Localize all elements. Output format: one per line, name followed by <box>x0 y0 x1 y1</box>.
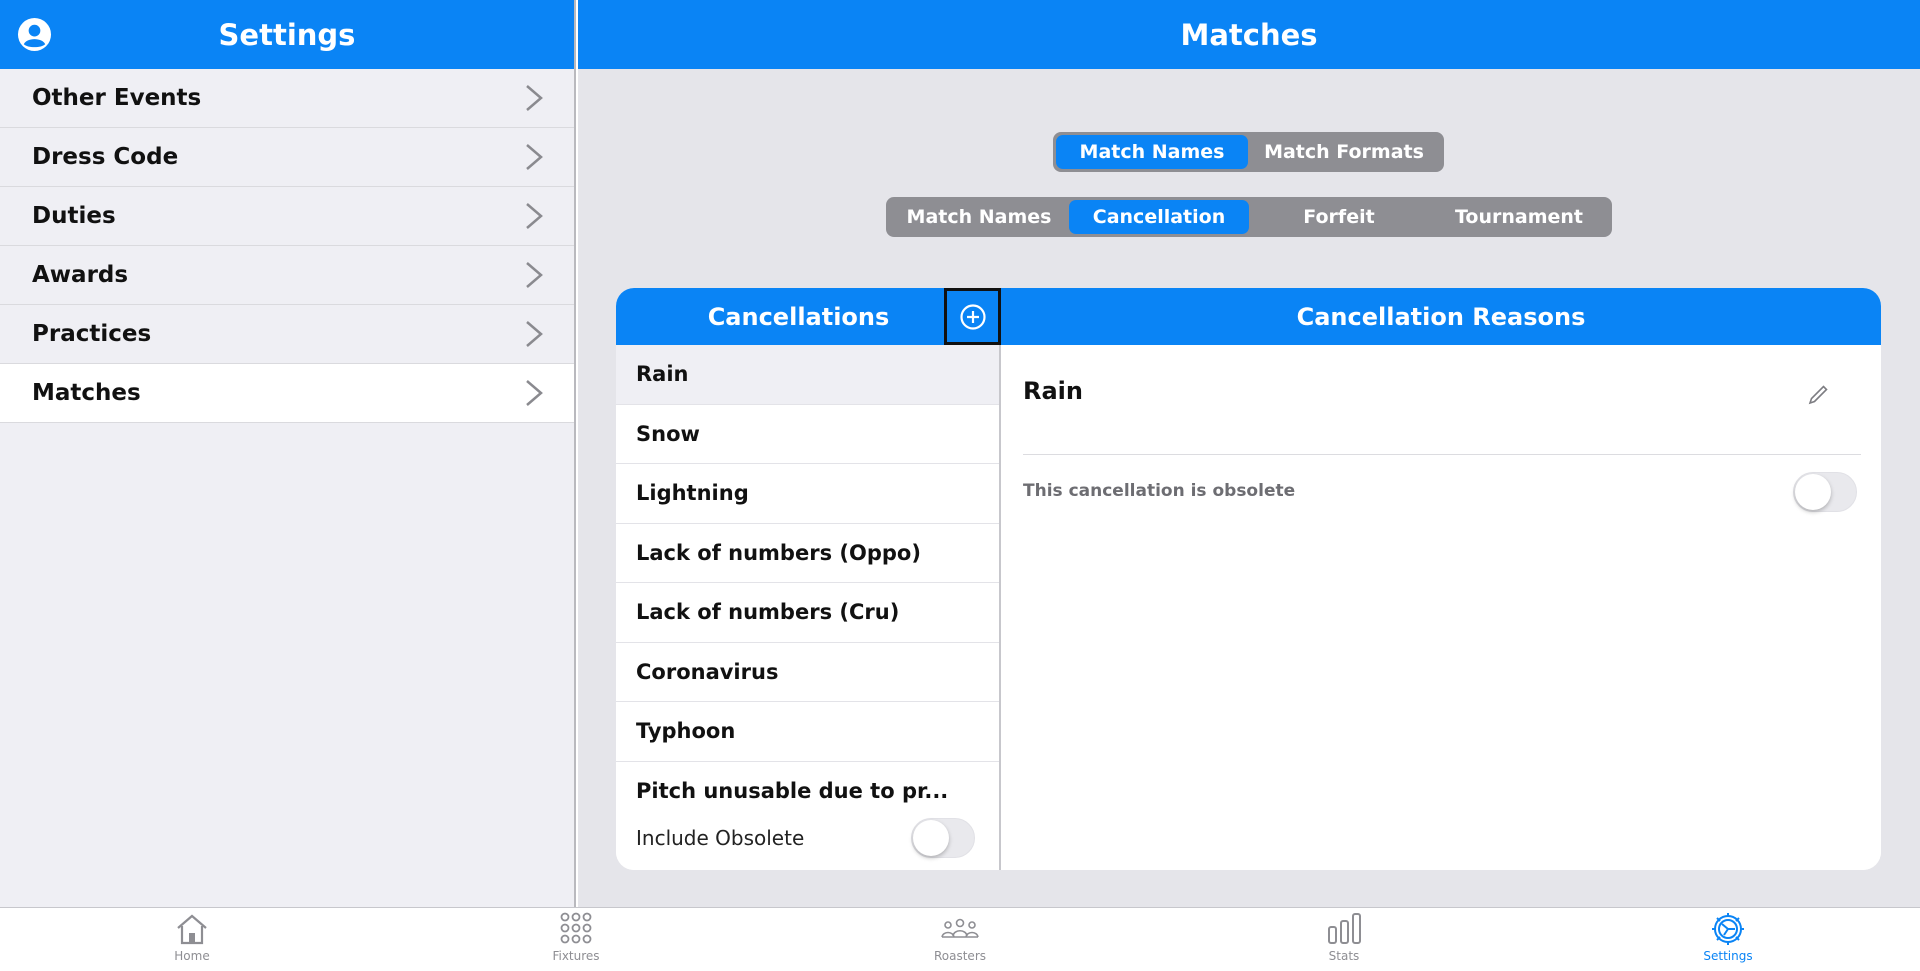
list-item[interactable]: Lack of numbers (Oppo) <box>616 524 999 583</box>
tab-settings[interactable]: Settings <box>1668 908 1788 971</box>
bar-chart-icon <box>1328 913 1361 944</box>
list-item[interactable]: Lack of numbers (Cru) <box>616 583 999 643</box>
card-header: Cancellations Cancellation Reasons <box>616 288 1881 345</box>
include-obsolete-label: Include Obsolete <box>636 826 805 850</box>
cancellation-reasons-header: Cancellation Reasons <box>1296 302 1586 331</box>
tab-roasters[interactable]: Roasters <box>900 908 1020 971</box>
people-icon <box>941 918 979 938</box>
divider <box>1023 454 1861 455</box>
cancellation-detail: Rain This cancellation is obsolete <box>1003 345 1881 870</box>
matches-panel: Matches Match Names Match Formats Match … <box>578 0 1920 907</box>
segment-tournament[interactable]: Tournament <box>1429 200 1609 234</box>
list-item[interactable]: Rain <box>616 345 999 405</box>
cancellations-card: Cancellations Cancellation Reasons Rain … <box>616 288 1881 870</box>
add-cancellation-button[interactable] <box>944 288 1001 345</box>
chevron-right-icon <box>526 262 543 288</box>
sidebar-item-label: Practices <box>32 321 152 347</box>
home-icon <box>177 914 207 945</box>
include-obsolete-row: Include Obsolete <box>636 818 975 858</box>
sidebar-item-dress-code[interactable]: Dress Code <box>0 128 574 187</box>
profile-icon[interactable] <box>17 17 52 52</box>
sidebar-item-matches[interactable]: Matches <box>0 364 574 423</box>
tab-fixtures[interactable]: Fixtures <box>516 908 636 971</box>
plus-circle-icon <box>959 303 986 330</box>
sidebar-header: Settings <box>0 0 574 69</box>
sidebar-item-awards[interactable]: Awards <box>0 246 574 305</box>
settings-gear-icon <box>1712 913 1744 945</box>
obsolete-toggle[interactable] <box>1793 472 1857 512</box>
tab-label: Settings <box>1703 949 1753 963</box>
sidebar-item-label: Other Events <box>32 85 202 111</box>
segment-match-names[interactable]: Match Names <box>1056 135 1248 169</box>
tab-bar: Home Fixtures Roasters Stats Settings <box>0 907 1920 971</box>
tab-label: Home <box>174 949 210 963</box>
chevron-right-icon <box>526 380 543 406</box>
list-item[interactable]: Lightning <box>616 464 999 524</box>
toggle-knob <box>1795 474 1831 510</box>
segment-match-names-sub[interactable]: Match Names <box>889 200 1069 234</box>
list-item[interactable]: Typhoon <box>616 702 999 762</box>
list-item[interactable]: Pitch unusable due to pr... <box>616 762 999 822</box>
cancellations-list: Rain Snow Lightning Lack of numbers (Opp… <box>616 345 1001 870</box>
chevron-right-icon <box>526 203 543 229</box>
include-obsolete-toggle[interactable] <box>911 818 975 858</box>
list-item[interactable]: Snow <box>616 405 999 464</box>
sidebar-item-label: Dress Code <box>32 144 179 170</box>
cancellation-name: Rain <box>1023 377 1083 405</box>
sidebar-item-practices[interactable]: Practices <box>0 305 574 364</box>
sidebar-item-label: Matches <box>32 380 141 406</box>
segment-match-formats[interactable]: Match Formats <box>1248 135 1440 169</box>
sidebar-item-duties[interactable]: Duties <box>0 187 574 246</box>
match-names-segmented-control: Match Names Cancellation Forfeit Tournam… <box>886 197 1612 237</box>
chevron-right-icon <box>526 85 543 111</box>
sidebar-item-label: Duties <box>32 203 116 229</box>
chevron-right-icon <box>526 144 543 170</box>
tab-home[interactable]: Home <box>132 908 252 971</box>
grid-icon <box>560 912 592 944</box>
tab-label: Stats <box>1328 949 1360 963</box>
pencil-edit-icon[interactable] <box>1807 382 1831 406</box>
tab-label: Fixtures <box>552 949 600 963</box>
sidebar-title: Settings <box>218 17 356 52</box>
sidebar-item-other-events[interactable]: Other Events <box>0 69 574 128</box>
tab-stats[interactable]: Stats <box>1284 908 1404 971</box>
list-item[interactable]: Coronavirus <box>616 643 999 702</box>
segment-forfeit[interactable]: Forfeit <box>1249 200 1429 234</box>
tab-label: Roasters <box>933 949 987 963</box>
chevron-right-icon <box>526 321 543 347</box>
segment-cancellation[interactable]: Cancellation <box>1069 200 1249 234</box>
toggle-knob <box>913 820 949 856</box>
page-title: Matches <box>578 0 1920 69</box>
match-type-segmented-control: Match Names Match Formats <box>1053 132 1444 172</box>
obsolete-label: This cancellation is obsolete <box>1023 481 1296 501</box>
sidebar-item-label: Awards <box>32 262 129 288</box>
settings-sidebar: Settings Other Events Dress Code Duties … <box>0 0 576 907</box>
